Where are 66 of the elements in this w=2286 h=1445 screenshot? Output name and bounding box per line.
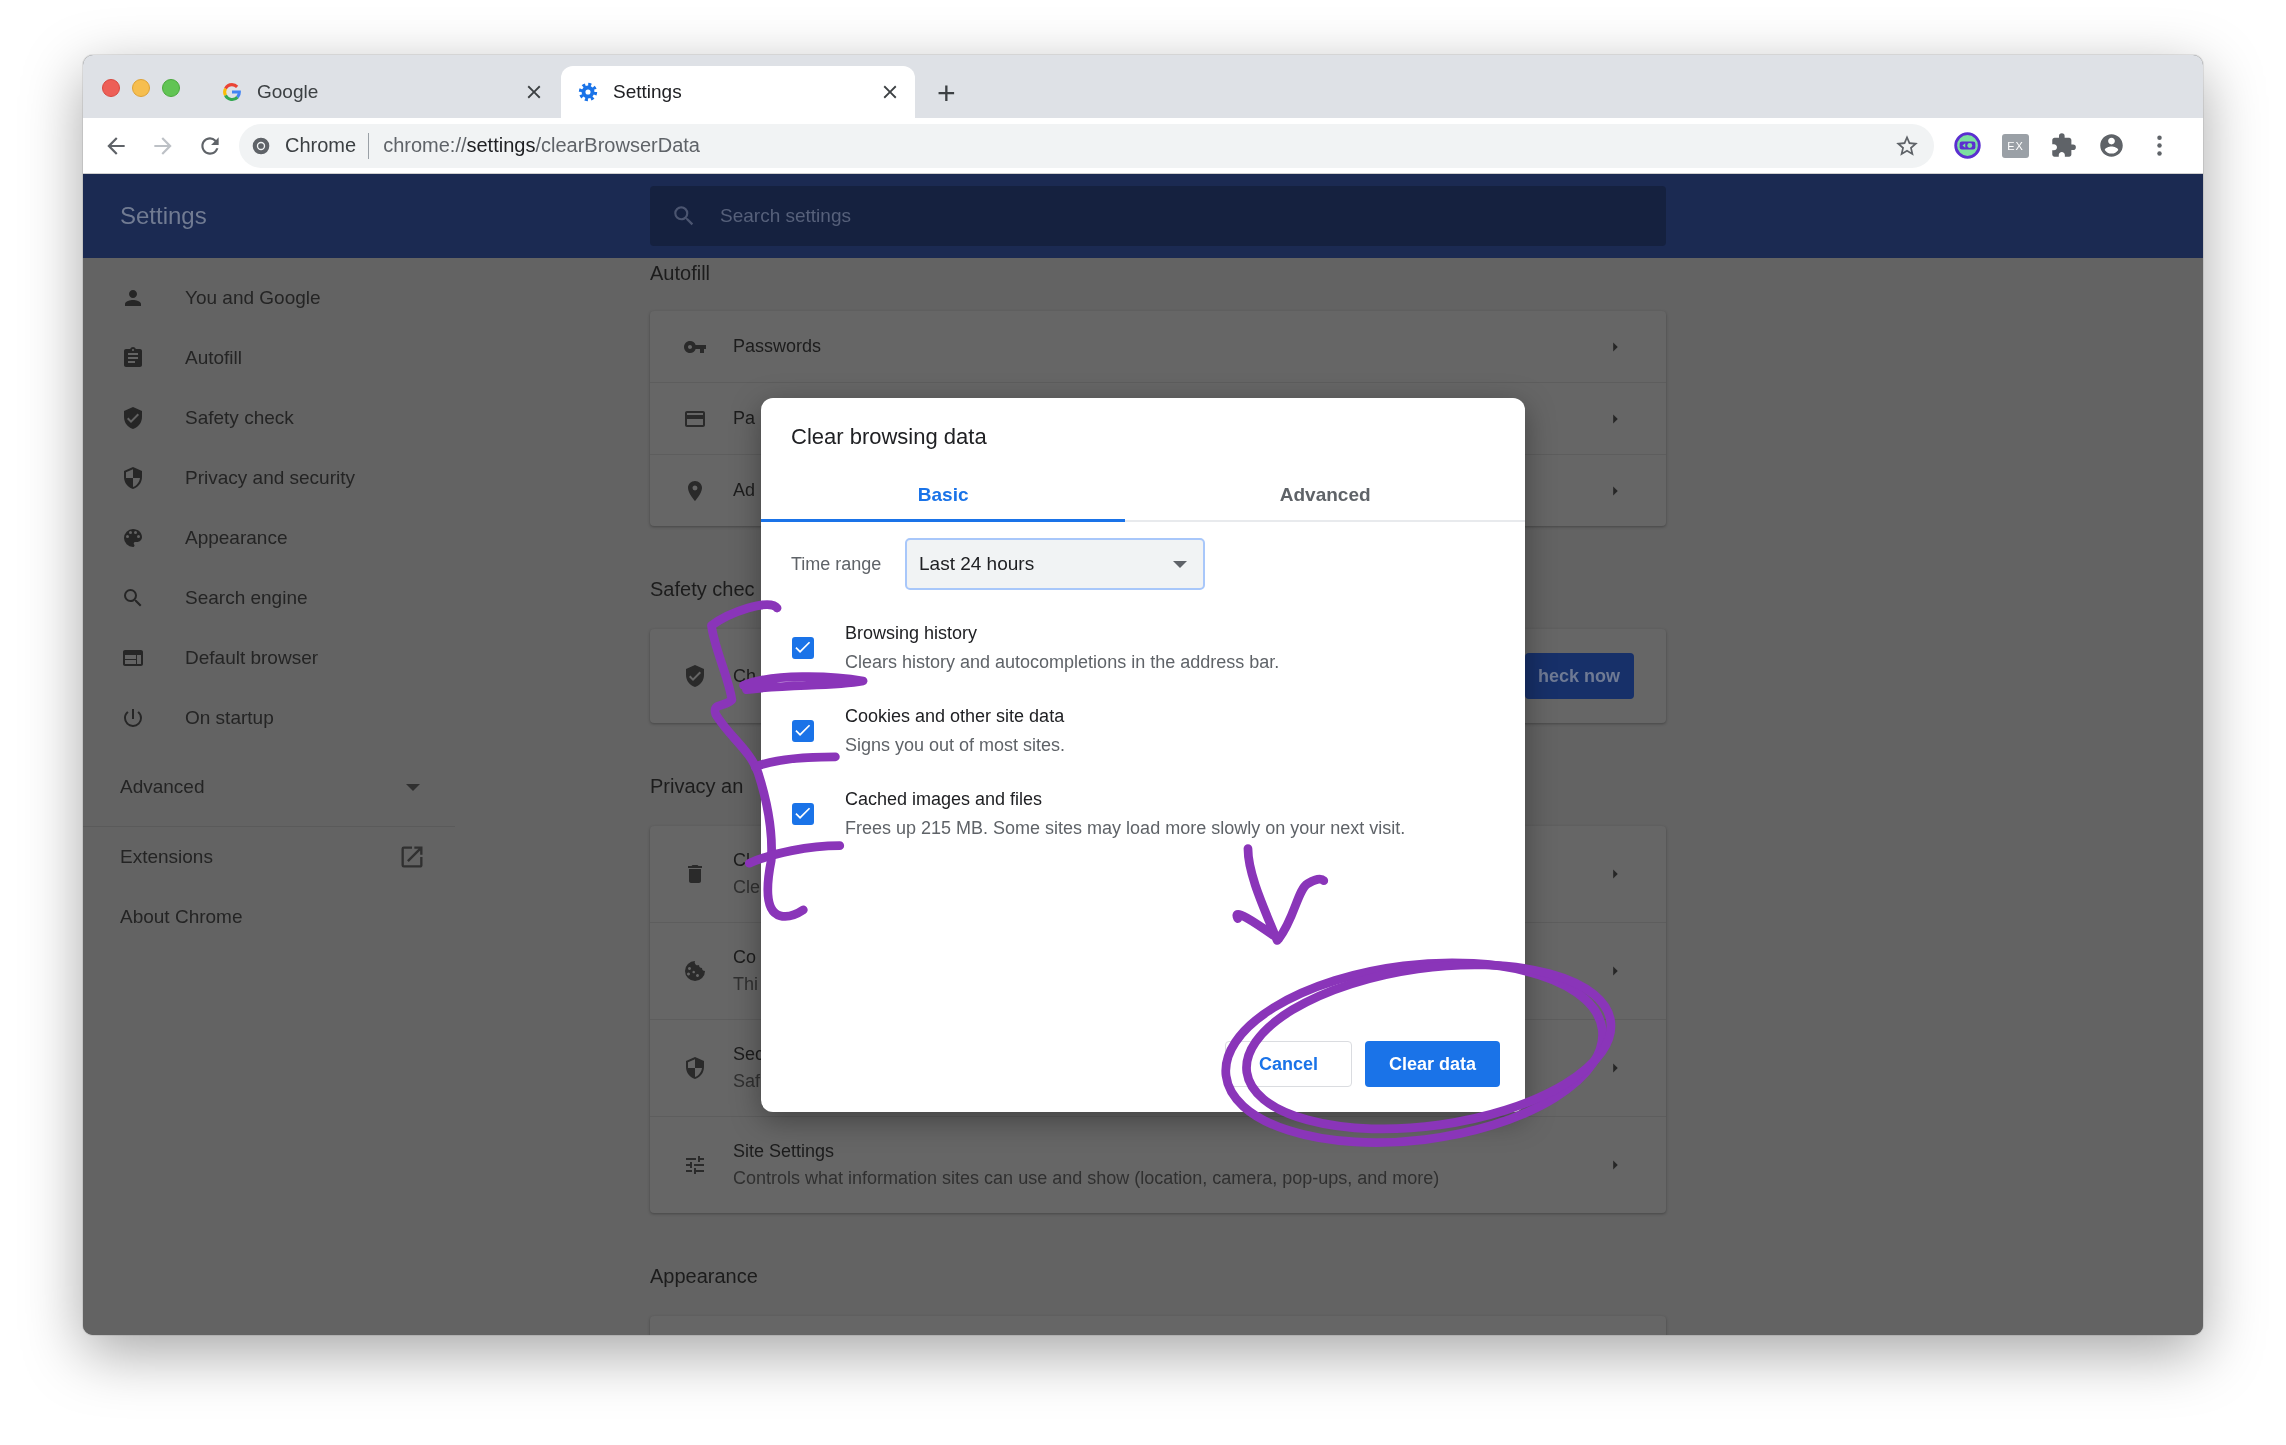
section-heading: Safety chec bbox=[650, 577, 755, 602]
shield-check-icon bbox=[683, 664, 707, 688]
caret-icon bbox=[1173, 560, 1187, 568]
section-heading: Appearance bbox=[650, 1264, 758, 1289]
sidebar-item[interactable]: You and Google bbox=[83, 268, 455, 328]
row-title: Site Settings bbox=[733, 1141, 835, 1162]
sidebar-item[interactable]: Privacy and security bbox=[83, 448, 455, 508]
sidebar-item[interactable]: On startup bbox=[83, 688, 455, 748]
search-field[interactable]: Search settings bbox=[650, 186, 1666, 246]
option-title: Browsing history bbox=[845, 622, 978, 644]
g-letter-icon bbox=[221, 81, 243, 103]
checkbox[interactable] bbox=[792, 636, 814, 659]
page-title: Settings bbox=[119, 202, 208, 230]
account-icon[interactable] bbox=[2098, 132, 2125, 159]
field-label: Time range bbox=[791, 553, 883, 575]
dialog-tab[interactable]: Basic bbox=[761, 470, 1126, 522]
sidebar-item[interactable]: Search engine bbox=[83, 568, 455, 628]
cookie-icon bbox=[683, 959, 707, 983]
site-label: Chrome bbox=[285, 134, 357, 157]
shield-icon bbox=[121, 466, 145, 490]
option-description: Signs you out of most sites. bbox=[845, 734, 1066, 756]
advanced-toggle[interactable]: Advanced bbox=[83, 748, 455, 826]
checkmark-icon bbox=[795, 724, 811, 737]
circle-logo-icon bbox=[251, 135, 271, 156]
checkbox[interactable] bbox=[792, 802, 814, 825]
browser-tab[interactable]: Settings bbox=[561, 66, 915, 118]
dialog-tab[interactable]: Advanced bbox=[1125, 470, 1525, 522]
sidebar-link[interactable]: Extensions bbox=[83, 827, 455, 887]
clear-data-button[interactable]: Clear data bbox=[1365, 1041, 1500, 1087]
sidebar-link[interactable]: About Chrome bbox=[83, 887, 455, 947]
address-field[interactable]: Chrome chrome://settings/clearBrowserData bbox=[239, 123, 1934, 168]
sliders-icon bbox=[683, 1153, 707, 1177]
window-close-button[interactable] bbox=[102, 79, 120, 97]
check-now-button[interactable]: heck now bbox=[1525, 653, 1634, 699]
puzzle-icon[interactable] bbox=[2050, 132, 2077, 159]
sidebar-item[interactable]: Appearance bbox=[83, 508, 455, 568]
row-title: Pa bbox=[733, 408, 756, 429]
shield-check-icon bbox=[121, 406, 145, 430]
gear-icon bbox=[577, 81, 599, 103]
option-description: Frees up 215 MB. Some sites may load more slowly on your next visit. bbox=[845, 817, 1406, 839]
clipboard-icon bbox=[121, 346, 145, 370]
shield-icon bbox=[683, 1056, 707, 1080]
row-title: Ad bbox=[733, 480, 756, 501]
section-heading: Autofill bbox=[650, 261, 711, 286]
checkmark-icon bbox=[795, 641, 811, 654]
palette-icon bbox=[121, 526, 145, 550]
option-title: Cookies and other site data bbox=[845, 705, 1065, 727]
sidebar-item[interactable]: Default browser bbox=[83, 628, 455, 688]
time-range-dropdown[interactable]: Last 24 hours bbox=[905, 538, 1205, 590]
browser-tab[interactable]: Google bbox=[205, 66, 559, 118]
power-icon bbox=[121, 706, 145, 730]
extension-button[interactable]: EX bbox=[2002, 133, 2029, 158]
option-title: Cached images and files bbox=[845, 788, 1043, 810]
search-input[interactable]: Search settings bbox=[720, 201, 1320, 231]
option-description: Clears history and autocompletions in the address bar. bbox=[845, 651, 1280, 673]
row-title: Co bbox=[733, 947, 756, 968]
section-heading: Privacy an bbox=[650, 774, 744, 799]
round-extension-icon[interactable] bbox=[1954, 132, 1981, 159]
checkbox[interactable] bbox=[792, 719, 814, 742]
url-text: chrome://settings/clearBrowserData bbox=[383, 134, 701, 157]
sidebar-item[interactable]: Safety check bbox=[83, 388, 455, 448]
checkmark-icon bbox=[795, 807, 811, 820]
dialog-title: Clear browsing data bbox=[791, 424, 987, 450]
row-title: Passwords bbox=[733, 336, 822, 357]
new-tab-button[interactable]: + bbox=[931, 77, 962, 109]
sidebar-item[interactable]: Autofill bbox=[83, 328, 455, 388]
